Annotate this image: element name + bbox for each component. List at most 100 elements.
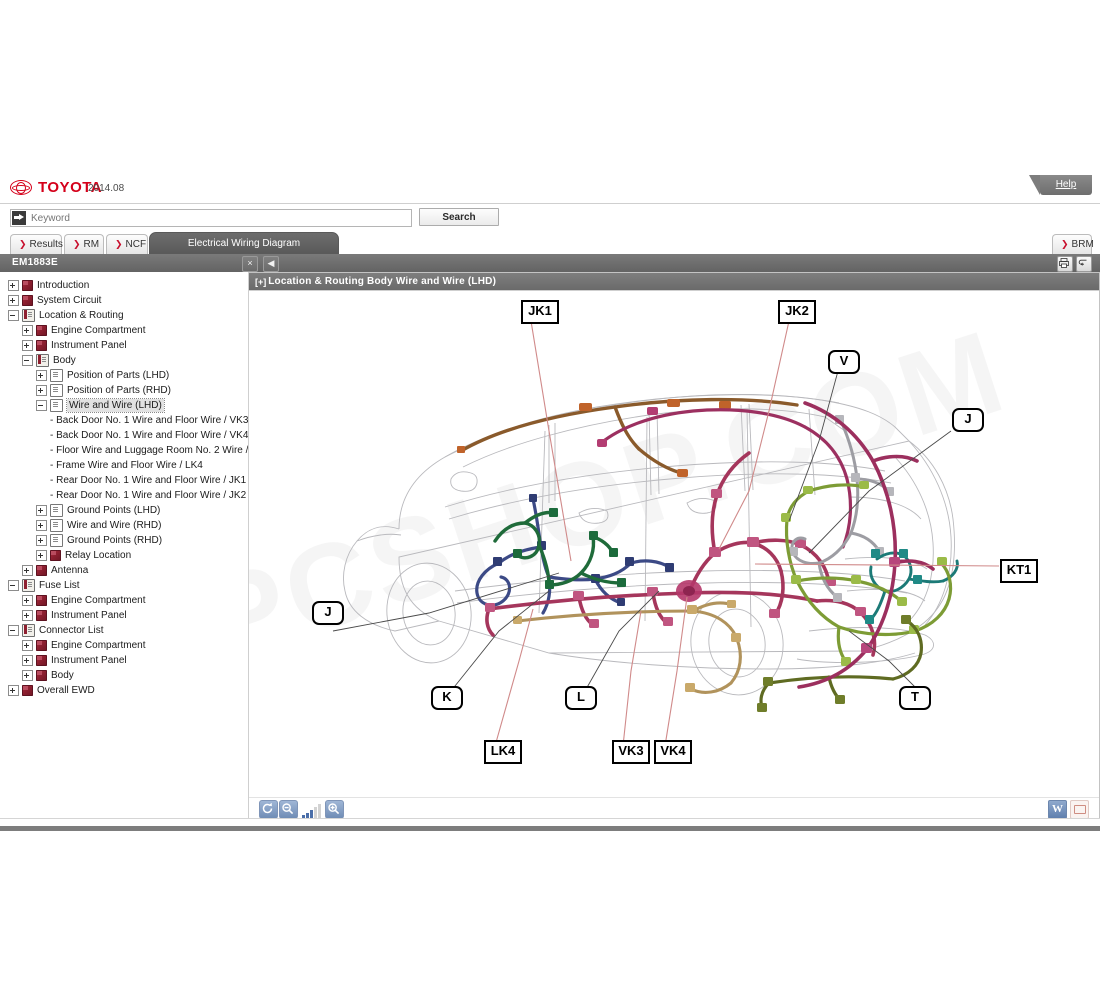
- tree-leaf-item[interactable]: - Rear Door No. 1 Wire and Floor Wire / …: [0, 488, 248, 503]
- expand-icon[interactable]: [22, 670, 33, 681]
- tab-results[interactable]: ❯ Results: [10, 234, 63, 254]
- tree-item-label: Ground Points (RHD): [67, 535, 163, 546]
- tab-brm[interactable]: ❯ BRM: [1052, 234, 1094, 254]
- tree-item-label: Position of Parts (LHD): [67, 370, 170, 381]
- callout-label[interactable]: V: [828, 350, 860, 374]
- callout-label[interactable]: VK3: [612, 740, 650, 764]
- screenshot-root: TOYOTA 2014.08 Help Search ❯ Results ❯ R…: [0, 0, 1100, 1000]
- expand-icon[interactable]: [22, 325, 33, 336]
- tree-node-item[interactable]: Wire and Wire (RHD): [0, 518, 248, 533]
- tree-item-label: Body: [51, 670, 74, 681]
- help-button[interactable]: Help: [1029, 175, 1092, 195]
- callout-label[interactable]: L: [565, 686, 597, 710]
- tree-node-item[interactable]: Instrument Panel: [0, 608, 248, 623]
- tree-node-item[interactable]: Ground Points (RHD): [0, 533, 248, 548]
- tree-node-item[interactable]: Fuse List: [0, 578, 248, 593]
- expand-icon[interactable]: [22, 640, 33, 651]
- refresh-icon[interactable]: [259, 800, 278, 819]
- tree-item-label: Body: [53, 355, 76, 366]
- callout-label[interactable]: T: [899, 686, 931, 710]
- tree-item-label: Ground Points (LHD): [67, 505, 161, 516]
- expand-icon[interactable]: [36, 520, 47, 531]
- collapse-icon[interactable]: [8, 580, 19, 591]
- tree-node-item[interactable]: Position of Parts (LHD): [0, 368, 248, 383]
- tree-node-item[interactable]: Engine Compartment: [0, 593, 248, 608]
- tree-node-item[interactable]: Location & Routing: [0, 308, 248, 323]
- expand-icon[interactable]: [22, 655, 33, 666]
- zoom-in-icon[interactable]: [325, 800, 344, 819]
- close-document-button[interactable]: ×: [242, 256, 258, 272]
- expand-icon[interactable]: [36, 385, 47, 396]
- search-button[interactable]: Search: [419, 208, 499, 226]
- word-export-icon[interactable]: W: [1048, 800, 1067, 819]
- expand-icon[interactable]: [22, 340, 33, 351]
- tree-node-item[interactable]: Overall EWD: [0, 683, 248, 698]
- frame-divider: [0, 818, 1100, 819]
- tree-node-item[interactable]: Body: [0, 353, 248, 368]
- callout-label[interactable]: JK2: [778, 300, 816, 324]
- expand-all-icon[interactable]: [+]: [255, 277, 266, 287]
- expand-icon[interactable]: [36, 550, 47, 561]
- print-icon[interactable]: [1057, 256, 1073, 272]
- tree-leaf-item[interactable]: - Rear Door No. 1 Wire and Floor Wire / …: [0, 473, 248, 488]
- tree-node-item[interactable]: System Circuit: [0, 293, 248, 308]
- expand-icon[interactable]: [22, 595, 33, 606]
- expand-icon[interactable]: [22, 610, 33, 621]
- collapse-icon[interactable]: [36, 400, 47, 411]
- callout-label[interactable]: VK4: [654, 740, 692, 764]
- collapse-icon[interactable]: [8, 625, 19, 636]
- back-arrow-icon[interactable]: [1076, 256, 1092, 272]
- tab-ncf[interactable]: ❯ NCF: [106, 234, 148, 254]
- expand-icon[interactable]: [36, 370, 47, 381]
- callout-label[interactable]: J: [952, 408, 984, 432]
- tree-leaf-item[interactable]: - Frame Wire and Floor Wire / LK4: [0, 458, 248, 473]
- cube-icon: [50, 550, 61, 561]
- tab-rm[interactable]: ❯ RM: [64, 234, 104, 254]
- tree-node-item[interactable]: Wire and Wire (LHD): [0, 398, 248, 413]
- arrow-right-icon: [12, 211, 26, 225]
- expand-icon[interactable]: [36, 535, 47, 546]
- tree-leaf-item[interactable]: - Back Door No. 1 Wire and Floor Wire / …: [0, 413, 248, 428]
- tree-node-item[interactable]: Instrument Panel: [0, 653, 248, 668]
- main-split: Introduction System Circuit Location & Rou…: [0, 272, 1100, 820]
- diagram-viewport[interactable]: EPCSHOP.COM: [249, 291, 1099, 797]
- zoom-out-icon[interactable]: [279, 800, 298, 819]
- callout-label[interactable]: KT1: [1000, 559, 1038, 583]
- comment-icon[interactable]: [1070, 800, 1089, 819]
- tree-node-item[interactable]: Ground Points (LHD): [0, 503, 248, 518]
- callout-label[interactable]: JK1: [521, 300, 559, 324]
- callout-label[interactable]: J: [312, 601, 344, 625]
- leader-gray: [332, 370, 952, 692]
- tab-electrical-wiring-diagram[interactable]: Electrical Wiring Diagram: [149, 232, 339, 254]
- tree-node-item[interactable]: Position of Parts (RHD): [0, 383, 248, 398]
- expand-icon[interactable]: [36, 505, 47, 516]
- cube-icon: [36, 670, 47, 681]
- search-input-wrapper[interactable]: [10, 209, 412, 227]
- tree-node-item[interactable]: Engine Compartment: [0, 638, 248, 653]
- zoom-level-slider[interactable]: [299, 802, 324, 819]
- callout-label[interactable]: LK4: [484, 740, 522, 764]
- tree-node-item[interactable]: Engine Compartment: [0, 323, 248, 338]
- book-icon: [22, 309, 35, 322]
- tree-node-item[interactable]: Instrument Panel: [0, 338, 248, 353]
- expand-icon[interactable]: [8, 685, 19, 696]
- expand-icon[interactable]: [8, 280, 19, 291]
- search-input[interactable]: [29, 211, 403, 225]
- tree-leaf-item[interactable]: - Back Door No. 1 Wire and Floor Wire / …: [0, 428, 248, 443]
- cube-icon: [36, 655, 47, 666]
- collapse-icon[interactable]: [22, 355, 33, 366]
- tree-node-item[interactable]: Introduction: [0, 278, 248, 293]
- cube-icon: [22, 685, 33, 696]
- tree-node-item[interactable]: Connector List: [0, 623, 248, 638]
- tree-leaf-item[interactable]: - Floor Wire and Luggage Room No. 2 Wire…: [0, 443, 248, 458]
- expand-icon[interactable]: [8, 295, 19, 306]
- tree-item-label: Wire and Wire (LHD): [66, 398, 165, 413]
- callout-label[interactable]: K: [431, 686, 463, 710]
- collapse-sidebar-button[interactable]: ◀: [263, 256, 279, 272]
- tree-node-item[interactable]: Relay Location: [0, 548, 248, 563]
- tree-node-item[interactable]: Body: [0, 668, 248, 683]
- tree-node-item[interactable]: Antenna: [0, 563, 248, 578]
- collapse-icon[interactable]: [8, 310, 19, 321]
- tree-item-label: Position of Parts (RHD): [67, 385, 171, 396]
- expand-icon[interactable]: [22, 565, 33, 576]
